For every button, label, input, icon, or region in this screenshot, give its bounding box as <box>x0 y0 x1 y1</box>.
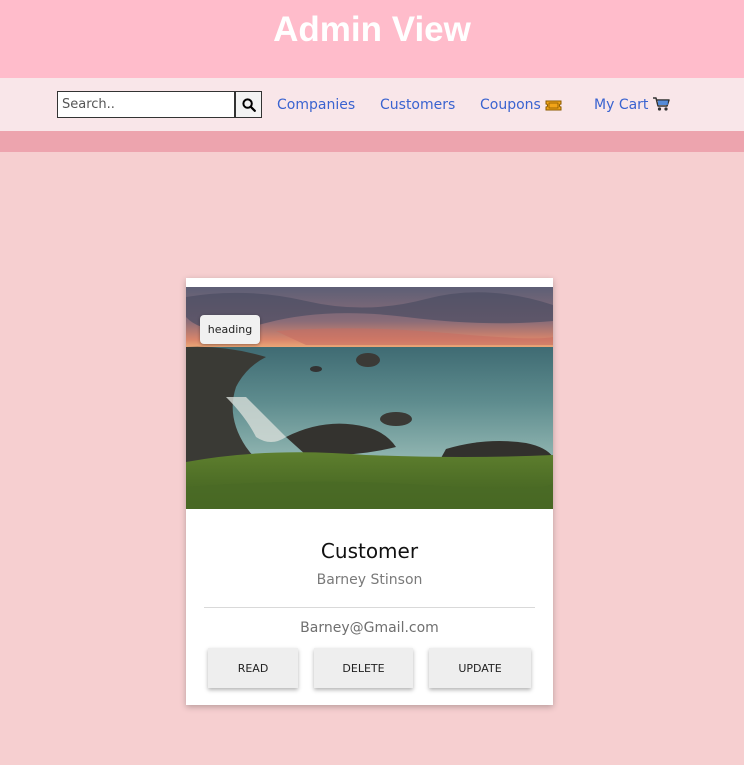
accent-stripe <box>0 131 744 152</box>
delete-button[interactable]: DELETE <box>314 648 413 688</box>
nav-link-my-cart[interactable]: My Cart <box>594 95 671 118</box>
page-title: Admin View <box>273 10 471 49</box>
customer-name: Barney Stinson <box>316 572 423 588</box>
search-icon <box>241 97 256 112</box>
read-button[interactable]: READ <box>208 648 298 688</box>
nav-link-customers[interactable]: Customers <box>380 95 455 115</box>
nav-link-label: Coupons <box>480 97 541 113</box>
heading-badge: heading <box>200 315 260 344</box>
update-button[interactable]: UPDATE <box>429 648 531 688</box>
nav-link-label: My Cart <box>594 97 649 113</box>
nav-link-label: Customers <box>380 97 456 113</box>
ticket-icon <box>545 98 562 118</box>
customer-email: Barney@Gmail.com <box>300 620 439 636</box>
shopping-cart-icon <box>652 96 671 118</box>
nav-link-label: Companies <box>277 97 356 113</box>
search-button[interactable] <box>235 91 262 118</box>
search-input[interactable] <box>57 91 235 118</box>
nav-link-coupons[interactable]: Coupons <box>480 95 562 118</box>
card-divider <box>204 607 535 608</box>
navbar: Companies Customers Coupons My Cart <box>0 78 744 131</box>
card-image-coastline: heading <box>186 287 553 509</box>
header-bar: Admin View <box>0 0 744 78</box>
nav-link-companies[interactable]: Companies <box>277 95 355 115</box>
card-title: Customer <box>320 539 419 563</box>
customer-card: heading Customer Barney Stinson Barney@G… <box>186 278 553 705</box>
